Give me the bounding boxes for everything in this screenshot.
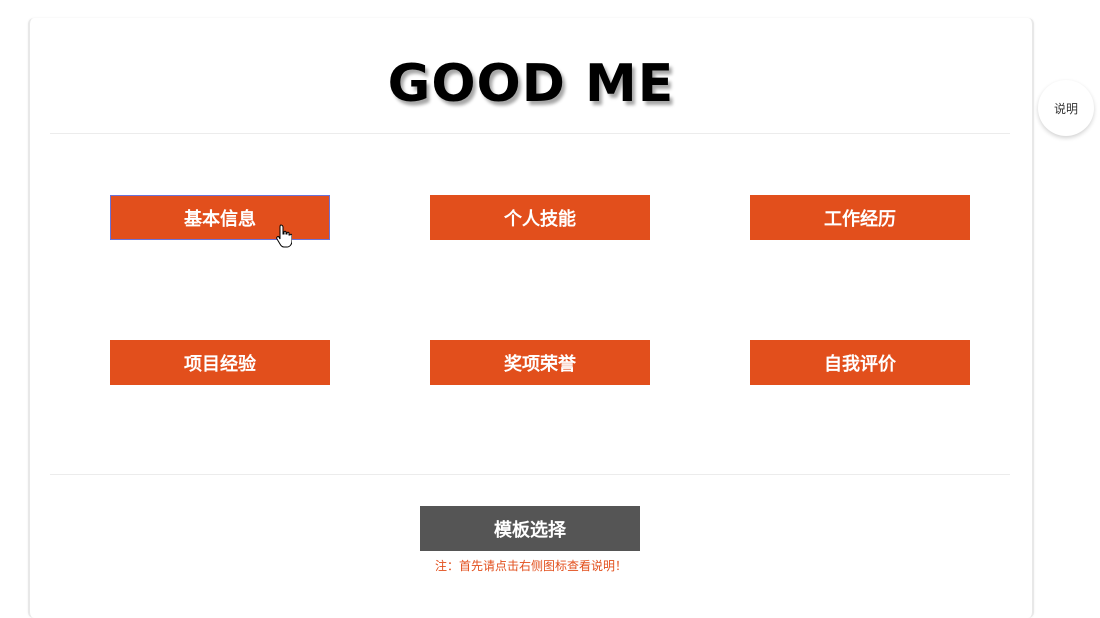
page-title: GOOD ME: [387, 54, 675, 114]
help-button[interactable]: 说明: [1038, 80, 1094, 136]
awards-button[interactable]: 奖项荣誉: [430, 340, 650, 385]
work-experience-button[interactable]: 工作经历: [750, 195, 970, 240]
instruction-note: 注：首先请点击右侧图标查看说明！: [434, 559, 627, 573]
basic-info-button[interactable]: 基本信息: [110, 195, 330, 240]
hand-pointer-icon: [276, 224, 292, 248]
skills-button[interactable]: 个人技能: [430, 195, 650, 240]
project-experience-button[interactable]: 项目经验: [110, 340, 330, 385]
template-select-button[interactable]: 模板选择: [420, 506, 640, 551]
bottom-divider: [50, 474, 1010, 475]
top-divider: [50, 133, 1010, 134]
self-evaluation-button[interactable]: 自我评价: [750, 340, 970, 385]
main-card: GOOD ME 基本信息 个人技能 工作经历 项目经验 奖项荣誉 自我评价 模板…: [28, 18, 1034, 618]
